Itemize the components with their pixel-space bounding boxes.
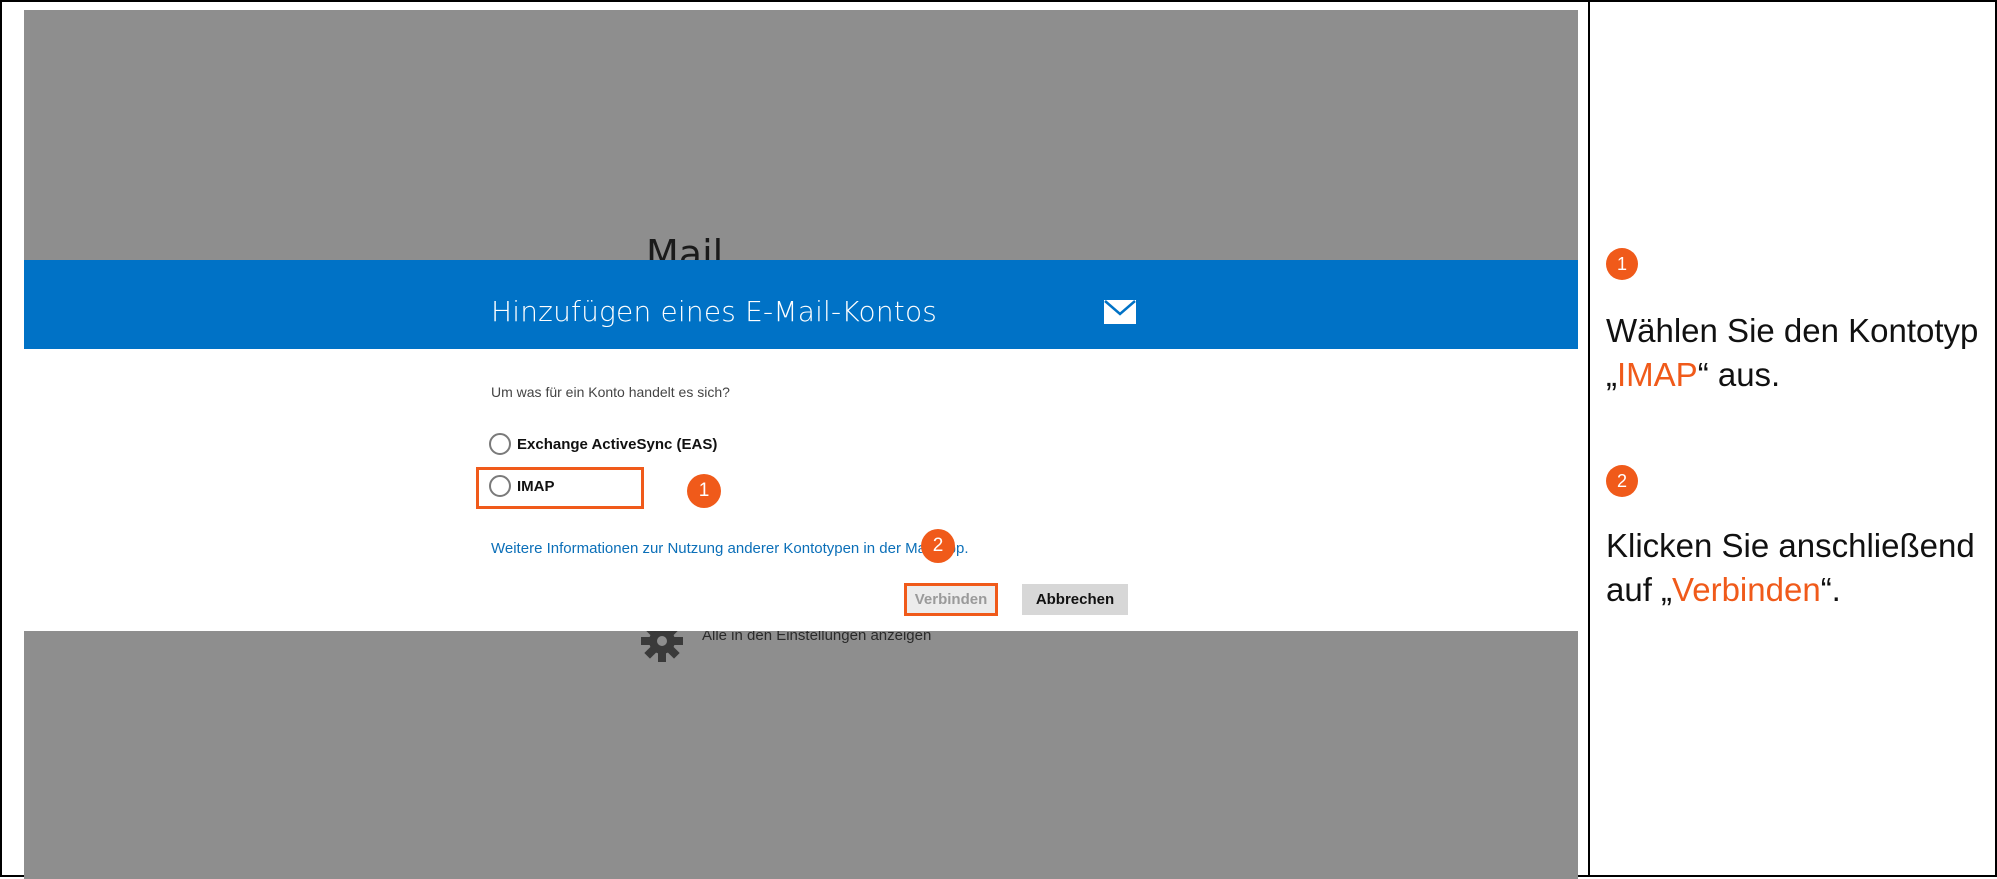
instruction-text: “ aus. bbox=[1697, 356, 1781, 393]
instruction-badge-2: 2 bbox=[1606, 465, 1638, 497]
mail-app-screen: Mail Alle in den Einstellungen anzeigen … bbox=[24, 10, 1578, 879]
more-info-link[interactable]: Weitere Informationen zur Nutzung andere… bbox=[491, 540, 968, 557]
instructions-panel: 1 Wählen Sie den Kontotyp „IMAP“ aus. 2 … bbox=[1588, 0, 1997, 877]
instruction-text: “. bbox=[1820, 571, 1841, 608]
connect-button[interactable]: Verbinden bbox=[904, 583, 998, 616]
screenshot-panel: Mail Alle in den Einstellungen anzeigen … bbox=[0, 0, 1590, 879]
instruction-step-2: Klicken Sie anschließend auf „Verbinden“… bbox=[1606, 524, 1986, 612]
step-badge-2: 2 bbox=[921, 529, 955, 563]
cancel-button[interactable]: Abbrechen bbox=[1022, 584, 1128, 615]
radio-label: Exchange ActiveSync (EAS) bbox=[517, 435, 718, 453]
radio-button[interactable] bbox=[489, 433, 511, 455]
dialog-title: Hinzufügen eines E-Mail-Kontos bbox=[491, 295, 938, 328]
imap-highlight-box bbox=[476, 467, 644, 509]
instruction-highlight: Verbinden bbox=[1672, 571, 1821, 608]
account-type-question: Um was für ein Konto handelt es sich? bbox=[491, 384, 730, 400]
radio-option-eas[interactable]: Exchange ActiveSync (EAS) bbox=[489, 433, 717, 455]
instruction-badge-1: 1 bbox=[1606, 248, 1638, 280]
add-account-dialog: Hinzufügen eines E-Mail-Kontos Um was fü… bbox=[24, 260, 1578, 631]
instruction-highlight: IMAP bbox=[1617, 356, 1698, 393]
step-badge-1: 1 bbox=[687, 474, 721, 508]
envelope-icon bbox=[1104, 300, 1136, 324]
dialog-header: Hinzufügen eines E-Mail-Kontos bbox=[24, 260, 1578, 349]
instruction-step-1: Wählen Sie den Kontotyp „IMAP“ aus. bbox=[1606, 309, 1986, 397]
